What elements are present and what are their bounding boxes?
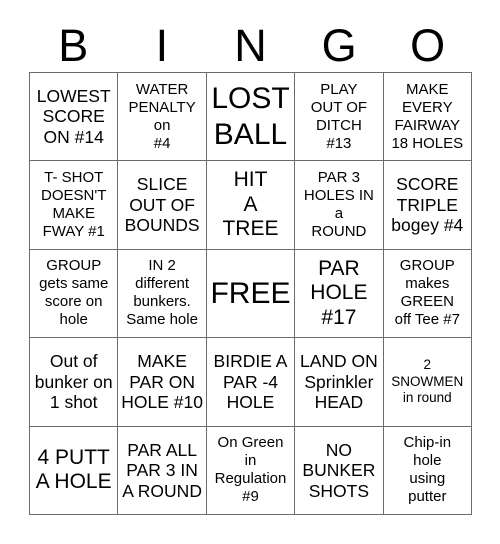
bingo-cell[interactable]: 2 SNOWMEN in round bbox=[383, 338, 472, 427]
bingo-cell-label: Chip-in hole using putter bbox=[403, 434, 452, 506]
bingo-cell-label: FREE bbox=[210, 276, 291, 310]
header-letter-o: O bbox=[410, 19, 446, 71]
bingo-cell-label: Out of bunker on 1 shot bbox=[34, 351, 113, 413]
bingo-cell-label: MAKE EVERY FAIRWAY 18 HOLES bbox=[391, 80, 464, 152]
bingo-cell[interactable]: LOST BALL bbox=[206, 73, 296, 162]
bingo-cell[interactable]: HIT A TREE bbox=[206, 161, 296, 250]
bingo-cell[interactable]: 4 PUTT A HOLE bbox=[30, 426, 119, 515]
bingo-cell-label: 4 PUTT A HOLE bbox=[35, 445, 112, 494]
bingo-cell-label: WATER PENALTY on #4 bbox=[128, 80, 196, 152]
bingo-cell-label: PAR HOLE #17 bbox=[310, 256, 368, 329]
bingo-cell-label: GROUP makes GREEN off Tee #7 bbox=[394, 257, 460, 329]
bingo-cell-label: SLICE OUT OF BOUNDS bbox=[124, 174, 200, 236]
bingo-cell-label: PLAY OUT OF DITCH #13 bbox=[310, 80, 368, 152]
bingo-cell[interactable]: WATER PENALTY on #4 bbox=[118, 73, 207, 162]
bingo-cell[interactable]: BIRDIE A PAR -4 HOLE bbox=[206, 338, 296, 427]
bingo-cell[interactable]: MAKE EVERY FAIRWAY 18 HOLES bbox=[383, 73, 472, 162]
bingo-cell[interactable]: PAR 3 HOLES IN a ROUND bbox=[295, 161, 384, 250]
bingo-cell[interactable]: SCORE TRIPLE bogey #4 bbox=[383, 161, 472, 250]
bingo-cell[interactable]: SLICE OUT OF BOUNDS bbox=[118, 161, 207, 250]
bingo-cell-label: IN 2 different bunkers. Same hole bbox=[126, 257, 198, 329]
bingo-cell-label: LOWEST SCORE ON #14 bbox=[36, 85, 111, 147]
bingo-cell[interactable]: GROUP gets same score on hole bbox=[30, 249, 119, 339]
header-letter-i: I bbox=[155, 19, 169, 71]
bingo-cell-label: BIRDIE A PAR -4 HOLE bbox=[213, 351, 288, 413]
bingo-cell-label: On Green in Regulation #9 bbox=[214, 434, 287, 506]
bingo-cell[interactable]: Chip-in hole using putter bbox=[383, 426, 472, 515]
bingo-cell[interactable]: T- SHOT DOESN'T MAKE FWAY #1 bbox=[30, 161, 119, 250]
bingo-card: B I N G O LOWEST SCORE ON #14 WATER PENA… bbox=[0, 0, 500, 544]
bingo-cell-label: LAND ON Sprinkler HEAD bbox=[299, 351, 378, 413]
bingo-cell-label: NO BUNKER SHOTS bbox=[302, 439, 376, 501]
bingo-cell-label: PAR 3 HOLES IN a ROUND bbox=[303, 169, 374, 241]
bingo-cell[interactable]: On Green in Regulation #9 bbox=[206, 426, 296, 515]
bingo-cell[interactable]: GROUP makes GREEN off Tee #7 bbox=[383, 249, 472, 339]
bingo-cell-label: GROUP gets same score on hole bbox=[39, 257, 109, 329]
header-letter-b: B bbox=[58, 19, 89, 71]
bingo-cell[interactable]: PAR ALL PAR 3 IN A ROUND bbox=[118, 426, 207, 515]
bingo-cell-label: SCORE TRIPLE bogey #4 bbox=[391, 174, 464, 236]
bingo-cell-free[interactable]: FREE bbox=[206, 249, 296, 339]
bingo-cell[interactable]: MAKE PAR ON HOLE #10 bbox=[118, 338, 207, 427]
bingo-cell-label: HIT A TREE bbox=[222, 168, 279, 241]
bingo-cell[interactable]: LOWEST SCORE ON #14 bbox=[30, 73, 119, 162]
bingo-cell-label: PAR ALL PAR 3 IN A ROUND bbox=[122, 439, 202, 501]
bingo-cell[interactable]: Out of bunker on 1 shot bbox=[30, 338, 119, 427]
bingo-cell-label: LOST BALL bbox=[211, 82, 290, 151]
bingo-cell[interactable]: PLAY OUT OF DITCH #13 bbox=[295, 73, 384, 162]
bingo-cell[interactable]: IN 2 different bunkers. Same hole bbox=[118, 249, 207, 339]
bingo-cell-label: 2 SNOWMEN in round bbox=[391, 357, 464, 406]
bingo-cell-label: T- SHOT DOESN'T MAKE FWAY #1 bbox=[41, 169, 107, 241]
bingo-cell[interactable]: NO BUNKER SHOTS bbox=[295, 426, 384, 515]
header-letter-n: N bbox=[234, 19, 267, 71]
bingo-cell[interactable]: PAR HOLE #17 bbox=[295, 249, 384, 339]
header-letter-g: G bbox=[321, 19, 357, 71]
bingo-header: B I N G O bbox=[29, 18, 472, 72]
bingo-cell[interactable]: LAND ON Sprinkler HEAD bbox=[295, 338, 384, 427]
bingo-cell-label: MAKE PAR ON HOLE #10 bbox=[121, 351, 203, 413]
bingo-grid: LOWEST SCORE ON #14 WATER PENALTY on #4 … bbox=[29, 72, 472, 515]
